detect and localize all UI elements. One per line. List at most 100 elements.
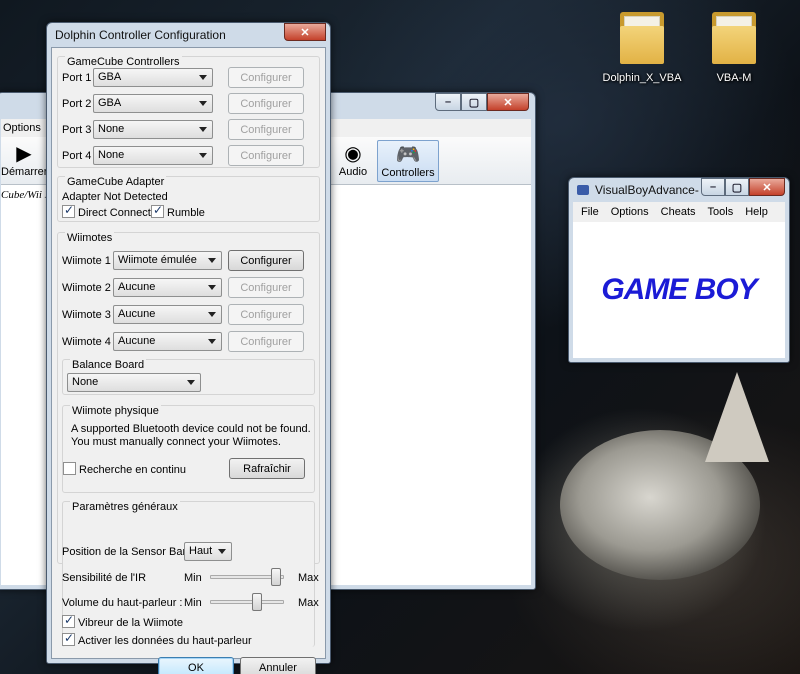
port-label: Port 2 (62, 98, 92, 110)
maximize-button[interactable]: ▢ (461, 93, 487, 111)
wiimote-3-configure-button[interactable]: Configurer (228, 304, 304, 325)
wiimote-label: Wiimote 1 (62, 255, 111, 267)
menu-file[interactable]: File (581, 206, 599, 218)
port-4-select[interactable]: None (93, 146, 213, 165)
wiimote-rumble-checkbox[interactable]: Vibreur de la Wiimote (62, 613, 183, 629)
speaker-volume-label: Volume du haut-parleur : (62, 597, 183, 609)
group-title: GameCube Controllers (65, 56, 182, 68)
bluetooth-message: A supported Bluetooth device could not b… (71, 423, 311, 435)
group-title: Paramètres généraux (70, 501, 180, 513)
folder-icon (708, 8, 760, 66)
window-controls: – ▢ ✕ (435, 93, 529, 111)
window-controls: ✕ (284, 23, 326, 41)
wiimote-label: Wiimote 2 (62, 282, 111, 294)
vba-window: VisualBoyAdvance- – ▢ ✕ File Options Che… (568, 177, 790, 363)
desktop-icon-label: Dolphin_X_VBA (602, 72, 682, 84)
port-3-select[interactable]: None (93, 120, 213, 139)
checkbox-checked-icon (62, 203, 75, 218)
checkbox-checked-icon (151, 203, 164, 218)
balance-board-select[interactable]: None (67, 373, 201, 392)
balance-board-group: Balance Board None (62, 359, 315, 395)
checkbox-checked-icon (62, 613, 75, 628)
wiimote-2-select[interactable]: Aucune (113, 278, 222, 297)
desktop-icon-vba-m[interactable]: VBA-M (684, 8, 784, 84)
menu-tools[interactable]: Tools (708, 206, 734, 218)
group-title: Wiimotes (65, 232, 115, 244)
port-1-select[interactable]: GBA (93, 68, 213, 87)
speaker-icon: ◉ (344, 142, 362, 165)
dialog-title: Dolphin Controller Configuration (55, 28, 226, 42)
port-label: Port 4 (62, 150, 92, 162)
audio-label: Audio (338, 166, 368, 178)
wiimote-2-configure-button[interactable]: Configurer (228, 277, 304, 298)
wiimote-4-select[interactable]: Aucune (113, 332, 222, 351)
wiimote-1-configure-button[interactable]: Configurer (228, 250, 304, 271)
adapter-status: Adapter Not Detected (62, 191, 168, 203)
sensor-bar-select[interactable]: Haut (184, 542, 232, 561)
close-button[interactable]: ✕ (487, 93, 529, 111)
vba-app-icon (577, 185, 589, 195)
cancel-button[interactable]: Annuler (240, 657, 316, 674)
speaker-max-label: Max (298, 597, 319, 609)
wiimote-label: Wiimote 3 (62, 309, 111, 321)
wiimotes-group: Wiimotes Wiimote 1 Wiimote émulée Config… (57, 232, 320, 647)
spike-artwork (705, 372, 769, 462)
controllers-label: Controllers (381, 167, 435, 179)
menu-help[interactable]: Help (745, 206, 768, 218)
speaker-slider-track (210, 600, 284, 604)
maximize-button[interactable]: ▢ (725, 178, 749, 196)
menu-cheats[interactable]: Cheats (661, 206, 696, 218)
port-label: Port 3 (62, 124, 92, 136)
speaker-volume-slider[interactable] (251, 593, 262, 611)
sensor-bar-label: Position de la Sensor Bar : (62, 546, 193, 558)
ir-sensitivity-slider[interactable] (270, 568, 281, 586)
desktop-icon-label: VBA-M (716, 72, 752, 84)
wiimote-label: Wiimote 4 (62, 336, 111, 348)
menu-options[interactable]: Options (3, 122, 41, 134)
ok-button[interactable]: OK (158, 657, 234, 674)
refresh-button[interactable]: Rafraîchir (229, 458, 305, 479)
gamecube-adapter-group: GameCube Adapter Adapter Not Detected Di… (57, 176, 320, 222)
ir-min-label: Min (184, 572, 202, 584)
audio-button[interactable]: ◉ Audio (335, 140, 371, 182)
controllers-button[interactable]: 🎮 Controllers (377, 140, 439, 182)
folder-icon (616, 8, 668, 66)
vba-title: VisualBoyAdvance- (595, 183, 699, 197)
speaker-min-label: Min (184, 597, 202, 609)
speaker-data-checkbox[interactable]: Activer les données du haut-parleur (62, 631, 252, 647)
checkbox-checked-icon (62, 631, 75, 646)
desktop-icon-dolphin-x-vba[interactable]: Dolphin_X_VBA (592, 8, 692, 84)
bluetooth-message-2: You must manually connect your Wiimotes. (71, 436, 281, 448)
wiimote-3-select[interactable]: Aucune (113, 305, 222, 324)
play-icon: ▶ (16, 142, 32, 165)
close-button[interactable]: ✕ (749, 178, 785, 196)
continuous-scan-checkbox[interactable]: Recherche en continu (63, 462, 186, 476)
play-label: Démarrer (1, 166, 48, 178)
game-boy-logo: GAME BOY (601, 273, 757, 306)
port-1-configure-button[interactable]: Configurer (228, 67, 304, 88)
controller-config-dialog: Dolphin Controller Configuration ✕ GameC… (46, 22, 331, 674)
port-4-configure-button[interactable]: Configurer (228, 145, 304, 166)
dialog-body: GameCube Controllers Port 1 GBA Configur… (51, 47, 326, 674)
port-3-configure-button[interactable]: Configurer (228, 119, 304, 140)
vba-menu-bar: File Options Cheats Tools Help (573, 202, 785, 222)
wiimote-1-select[interactable]: Wiimote émulée (113, 251, 222, 270)
ir-max-label: Max (298, 572, 319, 584)
direct-connect-checkbox[interactable]: Direct Connect (62, 203, 151, 219)
minimize-button[interactable]: – (701, 178, 725, 196)
window-controls: – ▢ ✕ (701, 178, 785, 196)
minimize-button[interactable]: – (435, 93, 461, 111)
port-label: Port 1 (62, 72, 92, 84)
port-2-select[interactable]: GBA (93, 94, 213, 113)
port-2-configure-button[interactable]: Configurer (228, 93, 304, 114)
vba-screen: GAME BOY (573, 222, 785, 358)
wiimote-4-configure-button[interactable]: Configurer (228, 331, 304, 352)
checkbox-unchecked-icon (63, 462, 76, 475)
gamecube-controllers-group: GameCube Controllers Port 1 GBA Configur… (57, 56, 320, 168)
menu-options[interactable]: Options (611, 206, 649, 218)
group-title: GameCube Adapter (65, 176, 167, 188)
rumble-checkbox[interactable]: Rumble (151, 203, 205, 219)
group-title: Balance Board (70, 359, 147, 371)
close-button[interactable]: ✕ (284, 23, 326, 41)
play-button[interactable]: ▶ Démarrer (1, 140, 47, 182)
